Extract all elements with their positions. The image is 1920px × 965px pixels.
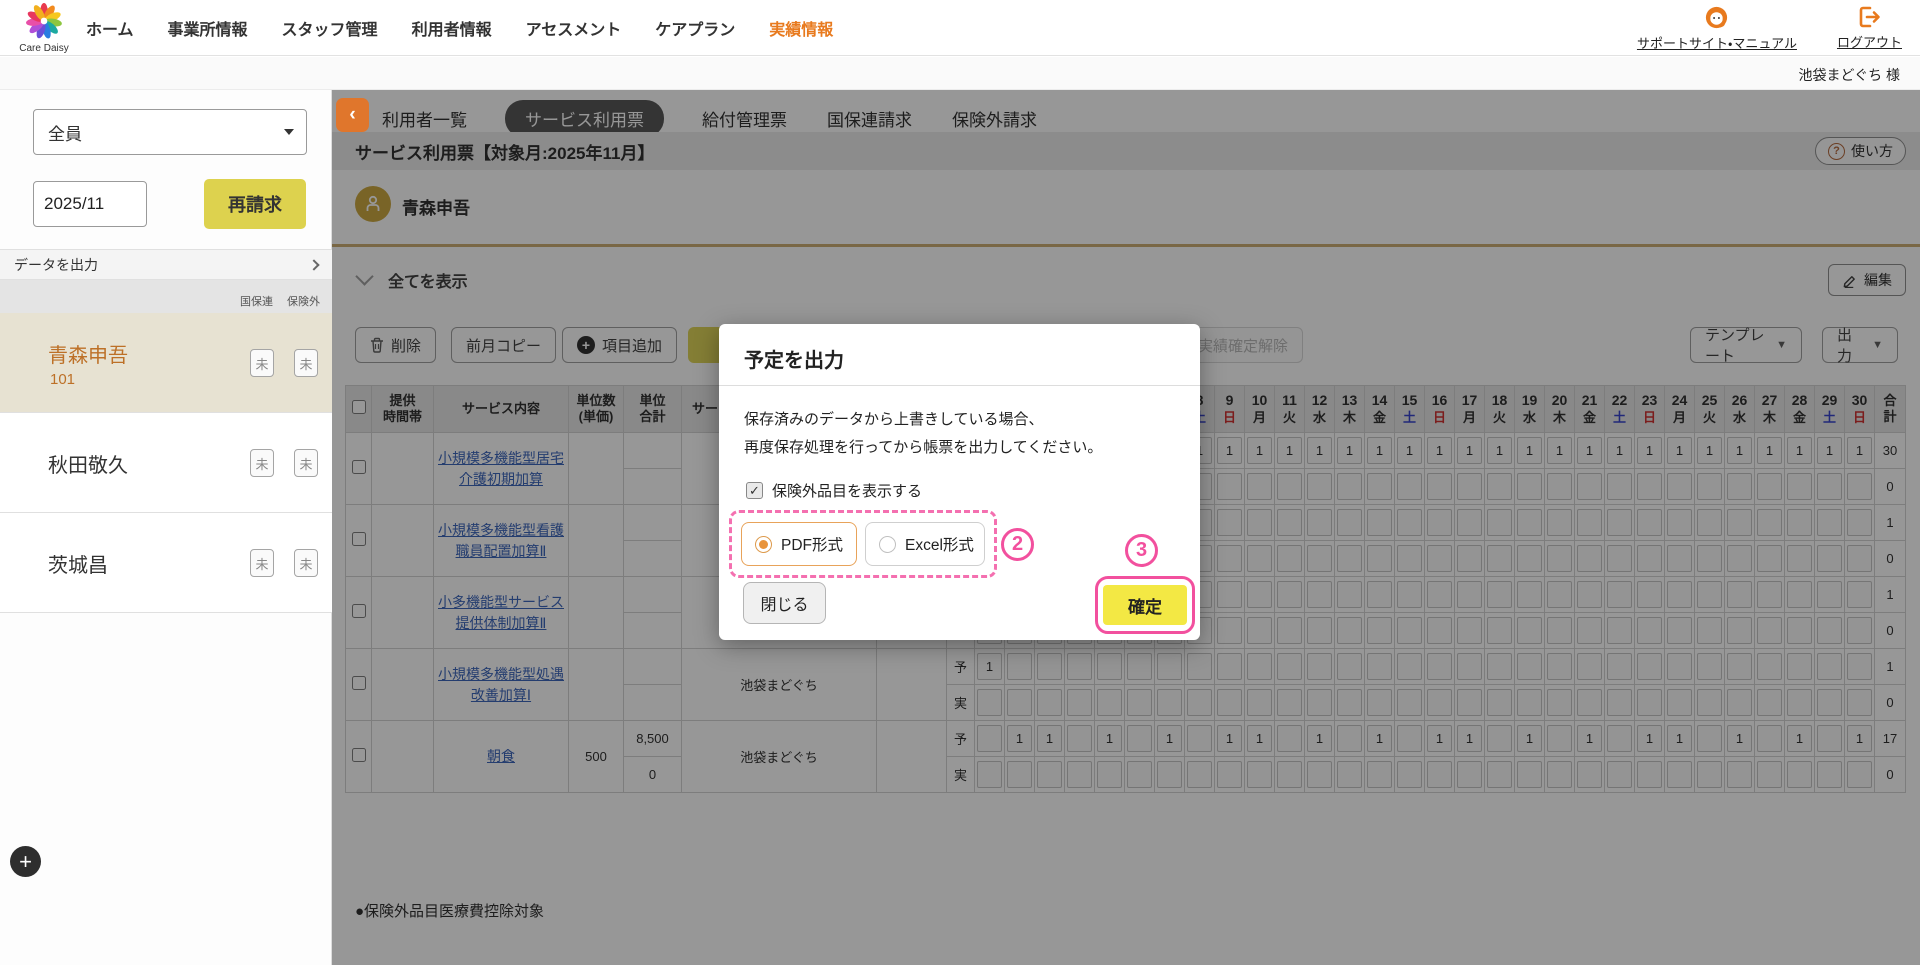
status-badges: 未未	[250, 449, 318, 477]
logout-link[interactable]: ログアウト	[1837, 4, 1902, 52]
status-header-strip: 国保連 保険外	[0, 280, 332, 313]
user-list: 青森申吾 101 未未秋田敬久未未茨城昌未未	[0, 313, 332, 613]
user-code: 101	[50, 371, 76, 388]
confirm-button[interactable]: 確定	[1103, 585, 1187, 625]
user-list-item[interactable]: 青森申吾 101 未未	[0, 313, 332, 413]
radio-excel-format[interactable]: Excel形式	[865, 522, 985, 566]
export-data-row[interactable]: データを出力	[0, 249, 332, 280]
add-user-button[interactable]: +	[10, 846, 41, 877]
sidebar-collapse-button[interactable]: ‹	[336, 98, 369, 132]
status-col-header: 保険外	[287, 296, 320, 308]
user-list-item[interactable]: 秋田敬久 未未	[0, 413, 332, 513]
rebill-button[interactable]: 再請求	[204, 179, 306, 229]
radio-selected-icon[interactable]	[755, 535, 772, 553]
export-data-label: データを出力	[14, 256, 98, 273]
nav-item-アセスメント[interactable]: アセスメント	[526, 16, 622, 40]
status-badge: 未	[250, 349, 274, 377]
brand-name: Care Daisy	[19, 43, 69, 54]
user-name: 秋田敬久	[48, 455, 128, 477]
app-logo[interactable]: Care Daisy	[14, 2, 74, 54]
user-name: 青森申吾	[48, 345, 128, 367]
nav-item-スタッフ管理[interactable]: スタッフ管理	[282, 16, 378, 40]
user-name: 茨城昌	[48, 555, 108, 577]
support-link[interactable]: サポートサイト・マニュアル	[1637, 4, 1797, 52]
status-col-header: 国保連	[240, 296, 273, 308]
user-list-item[interactable]: 茨城昌 未未	[0, 513, 332, 613]
radio-pdf-format[interactable]: PDF形式	[741, 522, 857, 566]
divider	[719, 385, 1200, 386]
modal-message: 保存済みのデータから上書きしている場合、 再度保存処理を行ってから帳票を出力して…	[744, 406, 1102, 462]
nav-item-事業所情報[interactable]: 事業所情報	[168, 16, 248, 40]
main-nav: ホーム 事業所情報 スタッフ管理 利用者情報 アセスメント ケアプラン 実績情報	[86, 0, 833, 56]
checkbox-label: 保険外品目を表示する	[772, 483, 923, 500]
staff-filter-value: 全員	[48, 124, 82, 144]
chevron-down-icon	[284, 129, 294, 135]
modal-message-line2: 再度保存処理を行ってから帳票を出力してください。	[744, 438, 1103, 456]
radio-pdf-label: PDF形式	[781, 537, 844, 554]
account-strip: 池袋まどぐち 様	[0, 57, 1920, 90]
show-noninsurance-checkbox[interactable]: ✓ 保険外品目を表示する	[746, 480, 922, 501]
modal-message-line1: 保存済みのデータから上書きしている場合、	[744, 411, 1044, 428]
status-badge: 未	[250, 549, 274, 577]
status-badge: 未	[250, 449, 274, 477]
nav-item-ホーム[interactable]: ホーム	[86, 16, 134, 40]
radio-unselected-icon[interactable]	[879, 535, 896, 553]
nav-item-ケアプラン[interactable]: ケアプラン	[655, 16, 735, 40]
topbar: Care Daisy ホーム 事業所情報 スタッフ管理 利用者情報 アセスメント ケアプラ…	[0, 0, 1920, 56]
account-name: 池袋まどぐち 様	[1798, 67, 1900, 83]
modal-title: 予定を出力	[744, 350, 844, 372]
logout-icon	[1860, 6, 1881, 28]
month-input[interactable]	[33, 181, 147, 227]
export-plan-modal: 予定を出力 保存済みのデータから上書きしている場合、 再度保存処理を行ってから帳…	[719, 324, 1200, 640]
chevron-right-icon	[308, 258, 320, 271]
support-link-label[interactable]: サポートサイト・マニュアル	[1637, 33, 1797, 52]
status-badge: 未	[294, 449, 318, 477]
headset-icon	[1706, 6, 1728, 29]
status-badge: 未	[294, 549, 318, 577]
checkbox-checked-icon[interactable]: ✓	[746, 482, 763, 499]
radio-excel-label: Excel形式	[905, 537, 974, 554]
status-badges: 未未	[250, 549, 318, 577]
close-button[interactable]: 閉じる	[743, 582, 826, 624]
flower-logo-icon	[26, 2, 62, 39]
annotation-step3-number: 3	[1125, 534, 1158, 567]
annotation-step2-number: 2	[1001, 528, 1034, 561]
status-badge: 未	[294, 349, 318, 377]
nav-item-利用者情報[interactable]: 利用者情報	[412, 16, 492, 40]
logout-link-label[interactable]: ログアウト	[1837, 32, 1902, 51]
annotation-step3-box: 確定	[1095, 576, 1195, 634]
staff-filter-select[interactable]: 全員	[33, 109, 307, 155]
sidebar: 全員 再請求 データを出力 国保連保険外 青森申吾101未未秋田敬久未未茨城昌未…	[0, 90, 332, 965]
nav-item-実績情報[interactable]: 実績情報	[769, 16, 833, 40]
status-badges: 未未	[250, 349, 318, 377]
